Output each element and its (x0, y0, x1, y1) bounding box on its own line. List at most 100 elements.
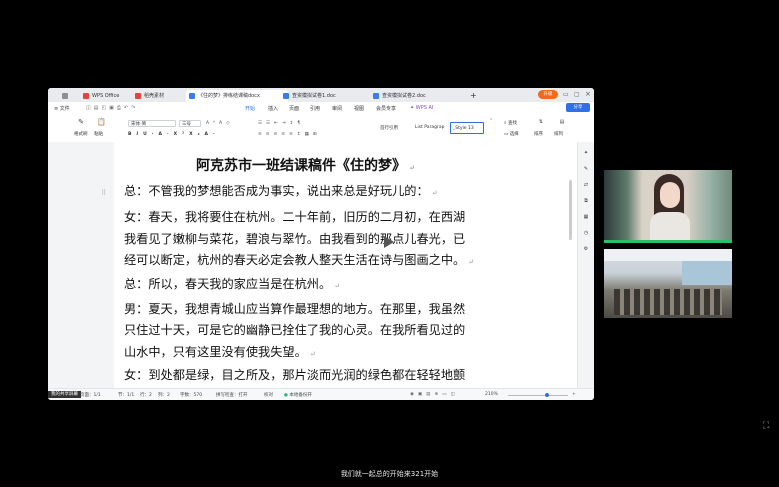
status-backup[interactable]: ● 本地备份开 (284, 392, 312, 398)
tab-document-2[interactable]: 查资模拟试卷2.doc (370, 90, 466, 102)
font-style-buttons[interactable]: BIU·A·X²X₂A· (128, 132, 220, 137)
style-list-paragraph[interactable]: List Paragrap (415, 125, 445, 130)
menu-page[interactable]: 页面 (289, 105, 299, 112)
list-buttons[interactable]: ☰☰⇤⇥↕¶ (258, 121, 304, 126)
home-icon (62, 93, 68, 99)
zoom-level[interactable]: 210% (485, 392, 498, 397)
tab-wps-office[interactable]: WPS Office (80, 90, 140, 102)
minimize-icon[interactable]: ▭ (563, 91, 569, 98)
line-text: 总：所以，春天我的家应当是在杭州。 (124, 277, 332, 291)
classroom-webcam (604, 249, 732, 318)
ai-write-icon[interactable]: ✦ (583, 150, 589, 156)
status-page: 页面：1/1 (80, 393, 101, 398)
tab-document-1[interactable]: 查资模拟试卷1.doc (280, 90, 372, 102)
document-line: 女：到处都是绿，目之所及，那片淡而光润的绿色都在轻轻地颤 (124, 364, 465, 384)
person-shirt (650, 212, 690, 243)
sort-button[interactable]: 排序 (534, 131, 543, 137)
view-mode-buttons[interactable]: ◉▣▤⊕▭◫ (410, 392, 459, 397)
style-heading-quote[interactable]: 首行引用 (380, 125, 398, 131)
find-button[interactable]: ⌕ 查找 (504, 120, 517, 126)
zoom-slider[interactable] (508, 395, 568, 396)
quick-access-icons[interactable]: ◫▤◰▣⎙↶↷ (86, 105, 138, 111)
menu-wps-ai[interactable]: ✦ WPS AI (410, 105, 433, 111)
layout-button[interactable]: 排列 (554, 131, 563, 137)
select-label: 选择 (509, 132, 519, 137)
font-size-tools[interactable]: AᴬA◇ (206, 121, 234, 126)
right-side-panel: ✦ ✎ ⇄ ⧉ ▦ ◷ ⚙ (577, 142, 594, 388)
new-tab-button[interactable]: + (470, 90, 480, 102)
menu-view[interactable]: 视图 (354, 105, 364, 112)
menu-insert[interactable]: 插入 (268, 105, 278, 112)
format-icon[interactable]: ▦ (583, 214, 589, 220)
paste-icon[interactable]: 📋 (97, 119, 106, 126)
share-panel-icon[interactable]: ⇄ (583, 182, 589, 188)
tab-label: WPS Office (92, 93, 120, 99)
tab-active-document[interactable]: 《住的梦》排练结课稿docx (186, 90, 288, 102)
format-painter-icon[interactable]: ✎ (78, 119, 84, 126)
format-painter-button[interactable]: 格式刷 (74, 131, 88, 137)
layout-icon[interactable]: ▤ (559, 119, 565, 125)
style-13[interactable]: _Style 13 (450, 122, 484, 134)
menu-start[interactable]: 开始 (245, 105, 256, 115)
styles-expand-icon[interactable]: ⌃ (489, 118, 493, 124)
font-size-select[interactable]: 三号 (179, 120, 201, 127)
history-icon[interactable]: ◷ (583, 230, 589, 236)
document-line: 总：所以，春天我的家应当是在杭州。 ↵ (124, 277, 341, 291)
document-title: 阿克苏市一班结课稿件《住的梦》 ↵ (196, 158, 415, 174)
font-size-value: 三号 (182, 122, 191, 127)
zoom-in-icon[interactable]: + (572, 392, 576, 397)
status-spellcheck[interactable]: 拼写检查：打开 (216, 392, 248, 398)
document-line: 男：夏天，我想青城山应当算作最理想的地方。在那里，我虽然 (124, 298, 465, 320)
close-icon[interactable]: × (585, 90, 591, 98)
share-button[interactable]: 分享 (566, 103, 590, 112)
line-text: 山水中，只有这里没有使我失望。 (124, 345, 307, 359)
backup-icon: ● (284, 393, 288, 398)
line-text: 我看见了嫩柳与菜花，碧浪与翠竹。由我看到的那点儿春光，已 (124, 232, 466, 246)
font-name-value: 宋体-简 (131, 122, 147, 127)
menu-file[interactable]: ≡ 文件 (54, 105, 70, 112)
left-margin (48, 142, 114, 388)
edit-icon[interactable]: ✎ (583, 166, 589, 172)
play-icon[interactable] (384, 236, 394, 248)
menu-member[interactable]: 会员专享 (376, 105, 396, 112)
select-button[interactable]: ▭ 选择 (504, 131, 519, 137)
share-label: 分享 (573, 105, 583, 110)
upgrade-label: 升级 (543, 92, 553, 97)
wps-logo-icon (83, 93, 89, 99)
zoom-slider-handle[interactable] (545, 393, 549, 397)
drag-handle-icon[interactable]: ⠿ (101, 189, 106, 197)
status-col: 列：2 (158, 393, 170, 398)
title-text: 阿克苏市一班结课稿件《住的梦》 (196, 158, 406, 174)
status-bar: 我的共享屏幕 页面：1/1 节：1/1 行：2 列：2 字数：570 拼写检查：… (48, 388, 594, 400)
font-name-select[interactable]: 宋体-简 (128, 120, 176, 127)
fullscreen-icon[interactable]: ⛶ (763, 421, 769, 431)
document-line: 山水中，只有这里没有使我失望。 ↵ (124, 345, 316, 359)
status-proofread[interactable]: 校对 (264, 392, 273, 398)
vertical-scrollbar[interactable] (569, 180, 572, 240)
settings-icon[interactable]: ⚙ (583, 246, 589, 252)
tab-label: 《住的梦》排练结课稿docx (198, 93, 260, 99)
classroom-ceiling (604, 249, 732, 261)
maximize-icon[interactable]: ▢ (574, 91, 580, 98)
alignment-buttons[interactable]: ≡≡≡≡≡↕▦⊞ (258, 132, 321, 137)
tab-label: 稻壳素材 (144, 93, 165, 99)
menu-review[interactable]: 审阅 (332, 105, 342, 112)
sort-icon[interactable]: ⇅ (538, 119, 544, 125)
upgrade-button[interactable]: 升级 (538, 90, 558, 99)
daoke-icon (135, 93, 141, 99)
status-words[interactable]: 字数：570 (180, 392, 202, 398)
find-label: 查找 (507, 121, 517, 126)
translate-icon[interactable]: ⧉ (583, 198, 589, 204)
classroom-window (682, 261, 732, 285)
line-text: 只住过十天，可是它的幽静已拴住了我的心灵。在我所看见过的 (124, 323, 466, 337)
document-line: 经可以断定，杭州的春天必定会教人整天生活在诗与图画之中。 ↵ (124, 253, 475, 267)
paste-button[interactable]: 粘贴 (94, 131, 103, 137)
tab-daoke[interactable]: 稻壳素材 (132, 90, 192, 102)
menu-reference[interactable]: 引用 (310, 105, 320, 112)
teacher-webcam (604, 170, 732, 243)
tab-bar: WPS Office 稻壳素材 《住的梦》排练结课稿docx 查资模拟试卷1.d… (48, 88, 594, 102)
document-line: 我看见了嫩柳与菜花，碧浪与翠竹。由我看到的那点儿春光，已 (124, 228, 465, 250)
document-line: 女：春天，我将要住在杭州。二十年前，旧历的二月初，在西湖 (124, 206, 465, 228)
menu-file-label: 文件 (59, 106, 70, 112)
line-text: 经可以断定，杭州的春天必定会教人整天生活在诗与图画之中。 (124, 253, 466, 267)
